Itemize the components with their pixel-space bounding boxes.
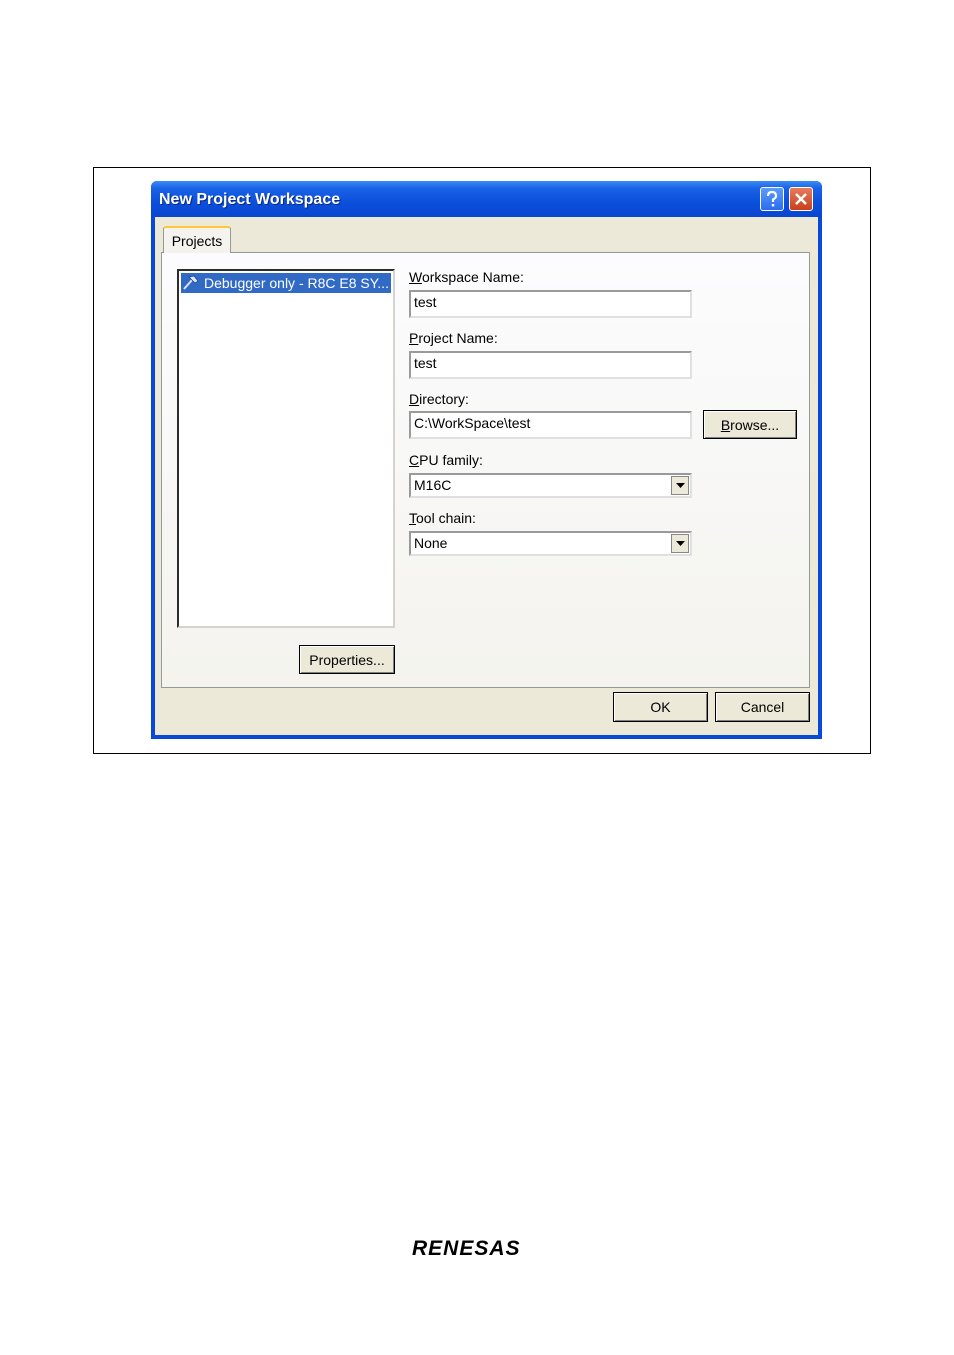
directory-label: Directory: — [409, 391, 469, 407]
accel-key: P — [409, 330, 419, 346]
accel-key: T — [409, 510, 416, 526]
tab-projects-label: Projects — [171, 232, 223, 249]
close-button[interactable] — [789, 187, 813, 211]
cancel-button[interactable]: Cancel — [715, 692, 810, 722]
cpu-family-value: M16C — [414, 477, 452, 493]
ok-button[interactable]: OK — [613, 692, 708, 722]
close-icon — [795, 193, 807, 205]
label-text: irectory: — [419, 391, 469, 407]
accel-key: C — [409, 452, 420, 468]
button-label: rowse... — [730, 416, 780, 433]
tool-chain-value: None — [414, 535, 448, 551]
title-bar[interactable]: New Project Workspace — [151, 181, 822, 217]
label-text: roject Name: — [418, 330, 498, 346]
hammer-icon — [181, 274, 201, 292]
cpu-family-label: CPU family: — [409, 452, 483, 468]
workspace-name-label: Workspace Name: — [409, 269, 524, 285]
project-name-field[interactable]: test — [409, 351, 692, 379]
window-title: New Project Workspace — [159, 191, 341, 208]
help-button[interactable] — [760, 187, 784, 211]
tool-chain-label: Tool chain: — [409, 510, 476, 526]
accel-key: W — [409, 269, 422, 285]
directory-field[interactable]: C:\WorkSpace\test — [409, 411, 692, 439]
chevron-down-icon[interactable] — [671, 534, 689, 553]
new-project-workspace-dialog: New Project Workspace Projects Debugger … — [151, 181, 822, 739]
project-type-list[interactable]: Debugger only - R8C E8 SY... — [177, 269, 395, 628]
list-item-label: Debugger only - R8C E8 SY... — [204, 275, 389, 291]
label-text: PU family: — [419, 452, 483, 468]
chevron-down-icon[interactable] — [671, 476, 689, 495]
help-icon — [766, 191, 778, 207]
label-text: orkspace Name: — [421, 269, 524, 285]
browse-button[interactable]: Browse... — [703, 410, 797, 439]
renesas-logo: RENESAS — [412, 1237, 521, 1260]
list-item[interactable]: Debugger only - R8C E8 SY... — [181, 273, 391, 293]
project-name-label: Project Name: — [409, 330, 498, 346]
label-text: ool chain: — [416, 510, 476, 526]
accel-key: D — [409, 391, 420, 407]
cpu-family-select[interactable]: M16C — [409, 473, 692, 498]
dialog-body: Projects Debugger only - R8C E8 SY... Wo… — [155, 217, 818, 735]
properties-button[interactable]: Properties... — [299, 645, 395, 674]
tab-projects[interactable]: Projects — [163, 226, 231, 253]
tool-chain-select[interactable]: None — [409, 531, 692, 556]
workspace-name-field[interactable]: test — [409, 290, 692, 318]
accel-key: B — [720, 416, 731, 433]
